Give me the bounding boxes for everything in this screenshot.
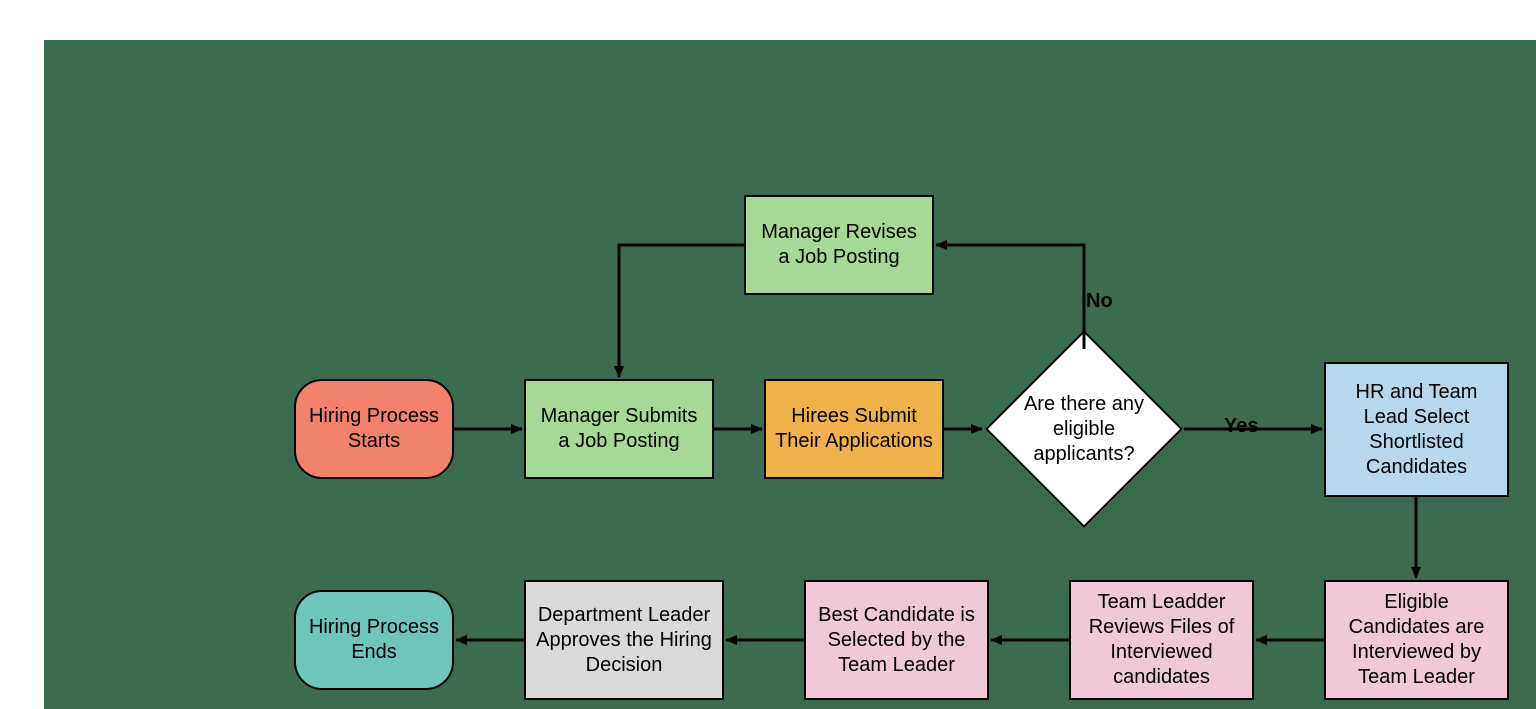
node-best-candidate-label: Best Candidate is Selected by the Team L…	[814, 603, 979, 678]
node-revise-posting: Manager Revises a Job Posting	[744, 195, 934, 295]
node-hirees-apply: Hirees Submit Their Applications	[764, 379, 944, 479]
node-shortlist: HR and Team Lead Select Shortlisted Cand…	[1324, 362, 1509, 497]
node-end: Hiring Process Ends	[294, 590, 454, 690]
node-interview: Eligible Candidates are Interviewed by T…	[1324, 580, 1509, 700]
flowchart-arrows	[44, 40, 1536, 709]
node-review-files: Team Leadder Reviews Files of Interviewe…	[1069, 580, 1254, 700]
flowchart-canvas: Hiring Process Starts Manager Submits a …	[44, 40, 1536, 709]
node-submit-posting: Manager Submits a Job Posting	[524, 379, 714, 479]
node-interview-label: Eligible Candidates are Interviewed by T…	[1334, 590, 1499, 690]
node-best-candidate: Best Candidate is Selected by the Team L…	[804, 580, 989, 700]
node-start: Hiring Process Starts	[294, 379, 454, 479]
edge-label-yes: Yes	[1224, 415, 1258, 438]
node-start-label: Hiring Process Starts	[304, 404, 444, 454]
node-hirees-apply-label: Hirees Submit Their Applications	[774, 404, 934, 454]
node-approve: Department Leader Approves the Hiring De…	[524, 580, 724, 700]
edge-label-no: No	[1086, 290, 1113, 313]
node-decision-eligible: Are there any eligible applicants?	[984, 349, 1184, 509]
node-review-files-label: Team Leadder Reviews Files of Interviewe…	[1079, 590, 1244, 690]
node-decision-label: Are there any eligible applicants?	[984, 349, 1184, 509]
node-revise-posting-label: Manager Revises a Job Posting	[754, 220, 924, 270]
node-shortlist-label: HR and Team Lead Select Shortlisted Cand…	[1334, 380, 1499, 480]
node-submit-posting-label: Manager Submits a Job Posting	[534, 404, 704, 454]
node-end-label: Hiring Process Ends	[304, 615, 444, 665]
node-approve-label: Department Leader Approves the Hiring De…	[534, 603, 714, 678]
